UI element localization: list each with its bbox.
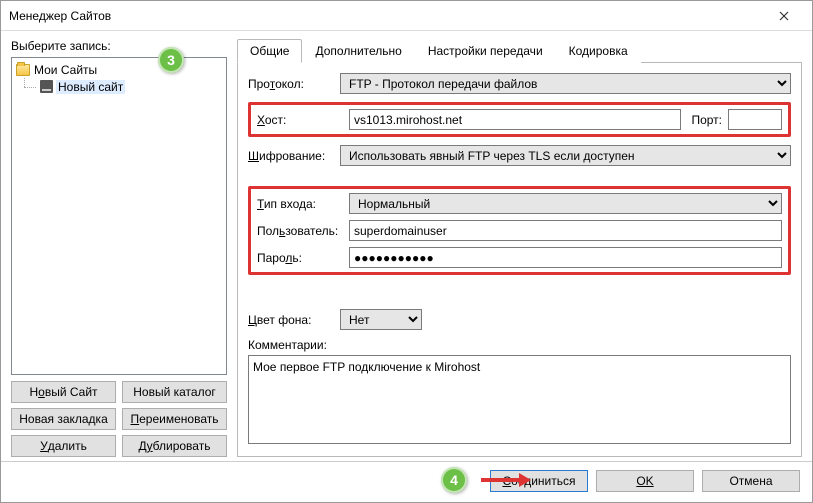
user-label: Пользователь: — [257, 224, 343, 238]
bgcolor-label: Цвет фона: — [248, 313, 334, 327]
protocol-label: Протокол: — [248, 77, 334, 91]
tree-root[interactable]: Мои Сайты — [14, 61, 224, 78]
ok-button[interactable]: OK — [596, 470, 694, 492]
password-input[interactable] — [349, 247, 782, 268]
port-input[interactable] — [728, 109, 782, 130]
comments-textarea[interactable]: Мое первое FTP подключение к Mirohost — [248, 355, 791, 444]
port-label: Порт: — [691, 113, 722, 127]
tab-general[interactable]: Общие — [237, 39, 302, 63]
host-highlight: Хост: Порт: — [248, 102, 791, 137]
right-panel: Общие Дополнительно Настройки передачи К… — [237, 39, 802, 457]
encryption-label: Шифрование: — [248, 149, 334, 163]
tab-bar: Общие Дополнительно Настройки передачи К… — [237, 39, 802, 63]
logon-type-select[interactable]: Нормальный — [349, 193, 782, 214]
tree-root-label: Мои Сайты — [34, 63, 97, 77]
tree-site-item[interactable]: Новый сайт — [14, 78, 224, 95]
password-label: Пароль: — [257, 251, 343, 265]
rename-button[interactable]: Переименовать — [122, 408, 227, 430]
protocol-select[interactable]: FTP - Протокол передачи файлов — [340, 73, 791, 94]
tab-advanced[interactable]: Дополнительно — [302, 39, 414, 63]
logon-type-label: Тип входа: — [257, 197, 343, 211]
annotation-arrow-icon — [481, 476, 531, 484]
new-bookmark-button[interactable]: Новая закладка — [11, 408, 116, 430]
left-panel: Выберите запись: Мои Сайты Новый сайт Но… — [11, 39, 227, 457]
new-site-button[interactable]: Новый Сайт — [11, 381, 116, 403]
annotation-badge-4: 4 — [441, 467, 467, 493]
tab-transfer[interactable]: Настройки передачи — [415, 39, 556, 63]
bgcolor-select[interactable]: Нет — [340, 309, 422, 330]
login-highlight: Тип входа: Нормальный Пользователь: Паро… — [248, 186, 791, 275]
close-button[interactable] — [764, 2, 804, 30]
comments-label: Комментарии: — [248, 338, 791, 352]
duplicate-button[interactable]: Дублировать — [122, 435, 227, 457]
delete-button[interactable]: Удалить — [11, 435, 116, 457]
window-title: Менеджер Сайтов — [9, 9, 764, 23]
host-label: Хост: — [257, 113, 343, 127]
tab-charset[interactable]: Кодировка — [556, 39, 641, 63]
annotation-badge-3: 3 — [158, 47, 184, 73]
titlebar: Менеджер Сайтов — [1, 1, 812, 31]
new-folder-button[interactable]: Новый каталог — [122, 381, 227, 403]
site-manager-window: Менеджер Сайтов Выберите запись: Мои Сай… — [0, 0, 813, 503]
site-tree[interactable]: Мои Сайты Новый сайт — [11, 57, 227, 375]
host-input[interactable] — [349, 109, 681, 130]
tree-site-label: Новый сайт — [56, 80, 125, 94]
server-icon — [40, 80, 53, 93]
select-entry-label: Выберите запись: — [11, 39, 227, 53]
user-input[interactable] — [349, 220, 782, 241]
folder-icon — [16, 64, 30, 76]
encryption-select[interactable]: Использовать явный FTP через TLS если до… — [340, 145, 791, 166]
footer: Соединиться OK Отмена 4 — [1, 461, 812, 502]
close-icon — [779, 11, 789, 21]
cancel-button[interactable]: Отмена — [702, 470, 800, 492]
